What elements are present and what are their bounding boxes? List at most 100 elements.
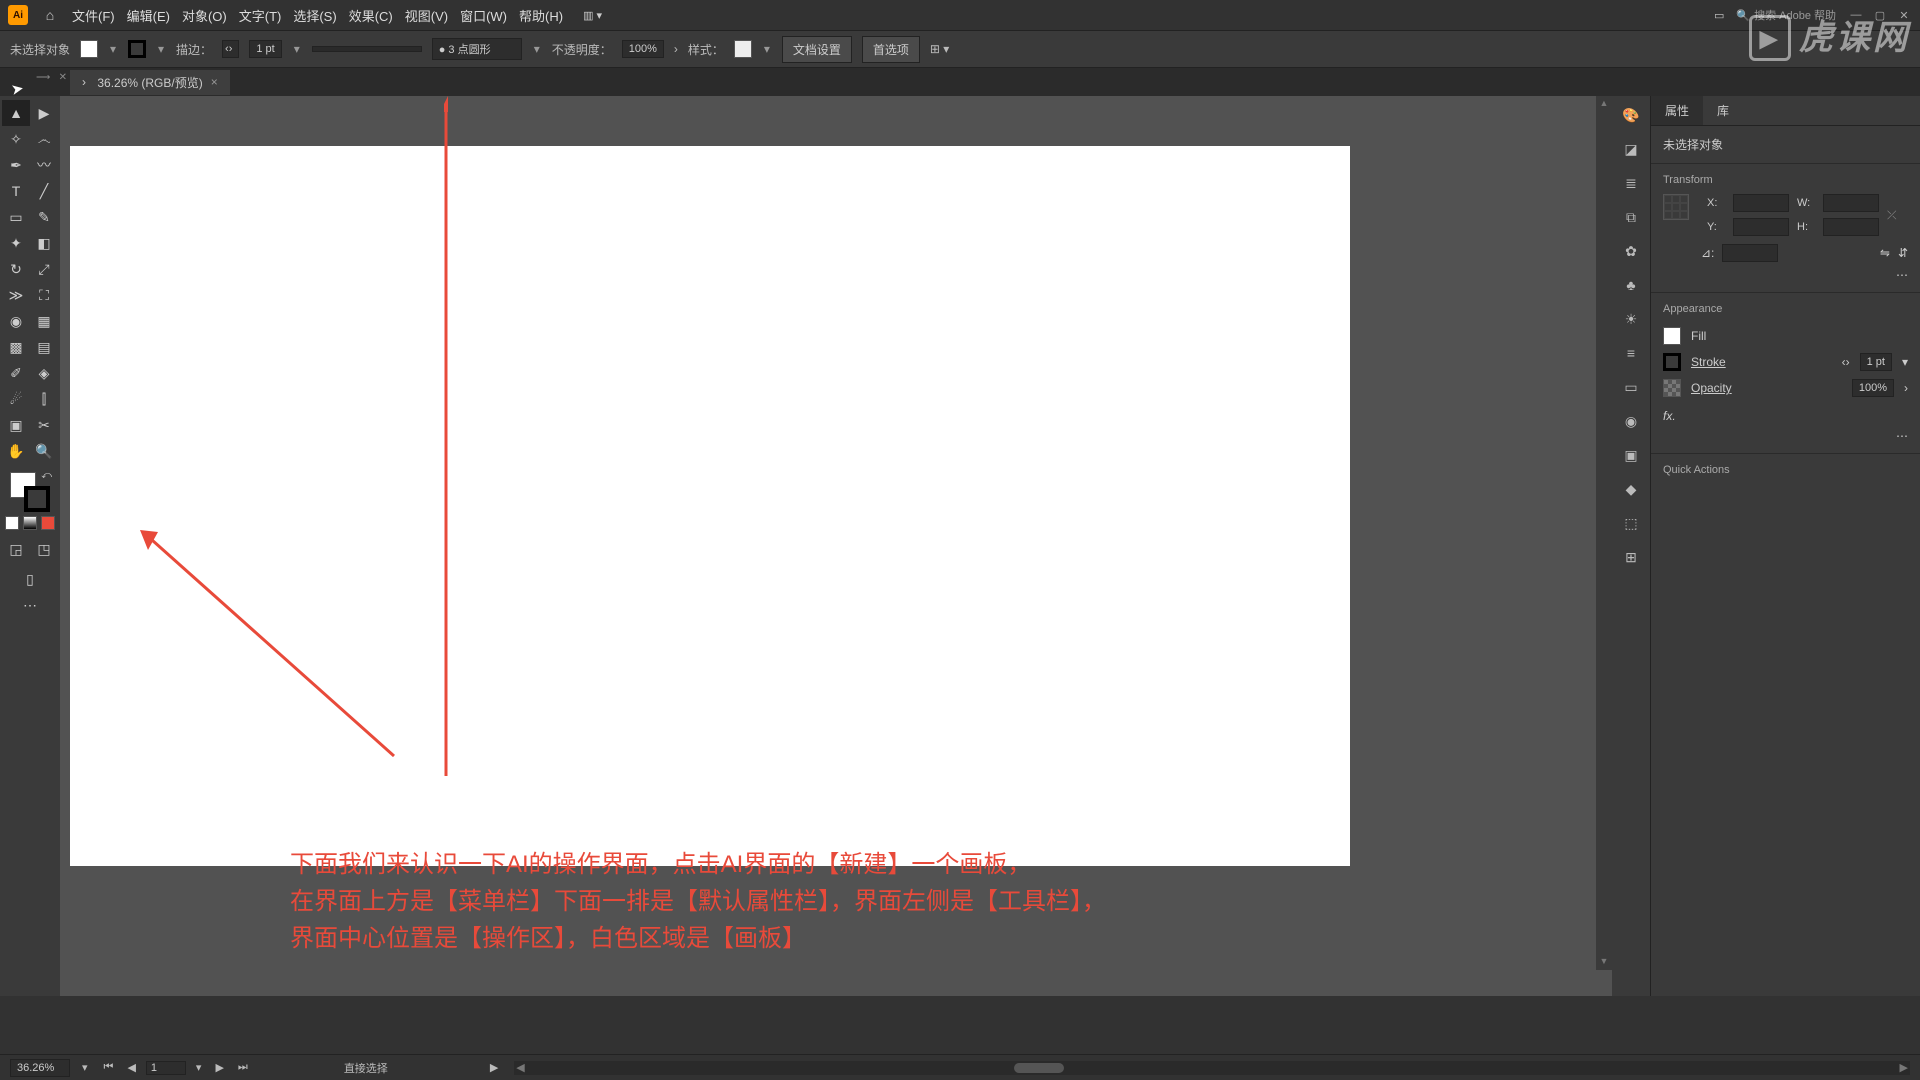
fill-swatch[interactable] <box>80 40 98 58</box>
workspace-switcher-icon[interactable]: ▥ ▾ <box>583 9 602 22</box>
magic-wand-tool[interactable]: ✧ <box>2 126 30 152</box>
appearance-stroke-weight[interactable]: 1 pt <box>1860 353 1892 371</box>
input-y[interactable] <box>1733 218 1789 236</box>
lasso-tool[interactable]: ෴ <box>30 126 58 152</box>
perspective-grid-tool[interactable]: ▦ <box>30 308 58 334</box>
color-mode-none[interactable] <box>41 516 55 530</box>
zoom-drop-icon[interactable]: ▾ <box>82 1061 88 1074</box>
panel-tab-libraries[interactable]: 库 <box>1703 96 1743 125</box>
appearance-opacity-label[interactable]: Opacity <box>1691 381 1732 395</box>
fill-dropdown-icon[interactable]: ▾ <box>108 41 118 57</box>
opacity-arrow-icon[interactable]: › <box>674 42 678 56</box>
shaper-tool[interactable]: ✦ <box>2 230 30 256</box>
scale-tool[interactable]: ⤢ <box>30 256 58 282</box>
menu-window[interactable]: 窗口(W) <box>460 6 507 25</box>
menu-select[interactable]: 选择(S) <box>293 6 336 25</box>
change-screen-icon[interactable]: ▯ <box>16 566 44 592</box>
rail-symbols-icon[interactable]: ☀ <box>1620 308 1642 330</box>
swap-color-icon[interactable]: ⤺ <box>41 470 52 481</box>
style-dropdown-icon[interactable]: ▾ <box>762 41 772 57</box>
stroke-dropdown-icon[interactable]: ▾ <box>156 41 166 57</box>
menu-object[interactable]: 对象(O) <box>182 6 227 25</box>
direct-select-tool[interactable]: ▶ <box>30 100 58 126</box>
input-angle[interactable] <box>1722 244 1778 262</box>
stroke-weight[interactable]: 1 pt <box>249 40 281 58</box>
prev-artboard-icon[interactable]: ◀ <box>123 1061 139 1074</box>
rail-pathfinder-icon[interactable]: ⬚ <box>1620 512 1642 534</box>
tab-close-icon[interactable]: × <box>211 75 218 89</box>
brush-def[interactable]: ● 3 点圆形 <box>432 38 522 60</box>
transform-more-icon[interactable]: ⋯ <box>1896 268 1908 282</box>
symbol-sprayer-tool[interactable]: ☄ <box>2 386 30 412</box>
mesh-tool[interactable]: ▩ <box>2 334 30 360</box>
align-menu-icon[interactable]: ⊞ ▾ <box>930 42 949 56</box>
home-icon[interactable]: ⌂ <box>40 5 60 25</box>
stroke-color[interactable] <box>24 486 50 512</box>
screen-mode-icon[interactable]: ◲ <box>2 536 30 562</box>
input-x[interactable] <box>1733 194 1789 212</box>
menu-help[interactable]: 帮助(H) <box>519 6 563 25</box>
rail-graphic-styles-icon[interactable]: ▣ <box>1620 444 1642 466</box>
eyedropper-tool[interactable]: ✐ <box>2 360 30 386</box>
width-tool[interactable]: ≫ <box>2 282 30 308</box>
arrange-docs-icon[interactable]: ▭ <box>1714 9 1724 22</box>
hand-tool[interactable]: ✋ <box>2 438 30 464</box>
menu-type[interactable]: 文字(T) <box>239 6 282 25</box>
rail-swatches-icon[interactable]: ✿ <box>1620 240 1642 262</box>
stroke-swatch[interactable] <box>128 40 146 58</box>
paintbrush-tool[interactable]: ✎ <box>30 204 58 230</box>
canvas-area[interactable]: 下面我们来认识一下AI的操作界面，点击AI界面的【新建】一个画板， 在界面上方是… <box>60 96 1612 996</box>
rail-align-icon[interactable]: ◆ <box>1620 478 1642 500</box>
next-artboard-icon[interactable]: ▶ <box>211 1061 227 1074</box>
appearance-more-icon[interactable]: ⋯ <box>1896 429 1908 443</box>
slice-tool[interactable]: ✂ <box>30 412 58 438</box>
first-artboard-icon[interactable]: ⏮ <box>100 1061 118 1074</box>
rail-layers-icon[interactable]: ≣ <box>1620 172 1642 194</box>
brush-dropdown-icon[interactable]: ▾ <box>532 41 542 57</box>
document-tab[interactable]: › 36.26% (RGB/预览) × <box>70 70 230 95</box>
artboard-drop-icon[interactable]: ▾ <box>192 1061 206 1074</box>
appearance-opacity-value[interactable]: 100% <box>1852 379 1894 397</box>
graph-tool[interactable]: ⫿ <box>30 386 58 412</box>
link-wh-icon[interactable]: ⤫ <box>1887 208 1897 223</box>
rail-stroke-icon[interactable]: ≡ <box>1620 342 1642 364</box>
menu-effect[interactable]: 效果(C) <box>349 6 393 25</box>
rail-appearance-icon[interactable]: ◉ <box>1620 410 1642 432</box>
pen-tool[interactable]: ✒ <box>2 152 30 178</box>
menu-view[interactable]: 视图(V) <box>405 6 448 25</box>
appearance-stroke-label[interactable]: Stroke <box>1691 355 1726 369</box>
vertical-scrollbar[interactable]: ▲ ▼ <box>1596 96 1612 970</box>
fx-label[interactable]: fx. <box>1663 409 1676 423</box>
input-w[interactable] <box>1823 194 1879 212</box>
stroke-profile[interactable] <box>312 46 422 52</box>
menu-edit[interactable]: 编辑(E) <box>127 6 170 25</box>
blend-tool[interactable]: ◈ <box>30 360 58 386</box>
opacity-value[interactable]: 100% <box>622 40 664 58</box>
status-play-icon[interactable]: ▶ <box>490 1061 498 1074</box>
style-swatch[interactable] <box>734 40 752 58</box>
flip-v-icon[interactable]: ⇵ <box>1898 246 1908 260</box>
panel-tab-properties[interactable]: 属性 <box>1651 96 1703 125</box>
rail-transparency-icon[interactable]: ▭ <box>1620 376 1642 398</box>
eraser-tool[interactable]: ◧ <box>30 230 58 256</box>
shape-builder-tool[interactable]: ◉ <box>2 308 30 334</box>
opacity-drop-icon[interactable]: › <box>1904 381 1908 395</box>
color-mode-solid[interactable] <box>5 516 19 530</box>
appearance-fill-swatch[interactable] <box>1663 327 1681 345</box>
document-setup-button[interactable]: 文档设置 <box>782 36 852 63</box>
toolbox-more-icon[interactable]: ⋯ <box>16 592 44 618</box>
preferences-button[interactable]: 首选项 <box>862 36 920 63</box>
selection-tool[interactable]: ▲ <box>2 100 30 126</box>
appearance-opacity-swatch[interactable] <box>1663 379 1681 397</box>
color-mode-gradient[interactable] <box>23 516 37 530</box>
rail-links-icon[interactable]: ⧉ <box>1620 206 1642 228</box>
rectangle-tool[interactable]: ▭ <box>2 204 30 230</box>
rail-properties-icon[interactable]: ◪ <box>1620 138 1642 160</box>
rotate-tool[interactable]: ↻ <box>2 256 30 282</box>
free-transform-tool[interactable]: ⛶ <box>30 282 58 308</box>
flip-h-icon[interactable]: ⇋ <box>1880 246 1890 260</box>
curvature-tool[interactable]: 〰 <box>30 152 58 178</box>
rail-artboards-icon[interactable]: ⊞ <box>1620 546 1642 568</box>
artboard-tool[interactable]: ▣ <box>2 412 30 438</box>
zoom-level[interactable]: 36.26% <box>10 1059 70 1077</box>
